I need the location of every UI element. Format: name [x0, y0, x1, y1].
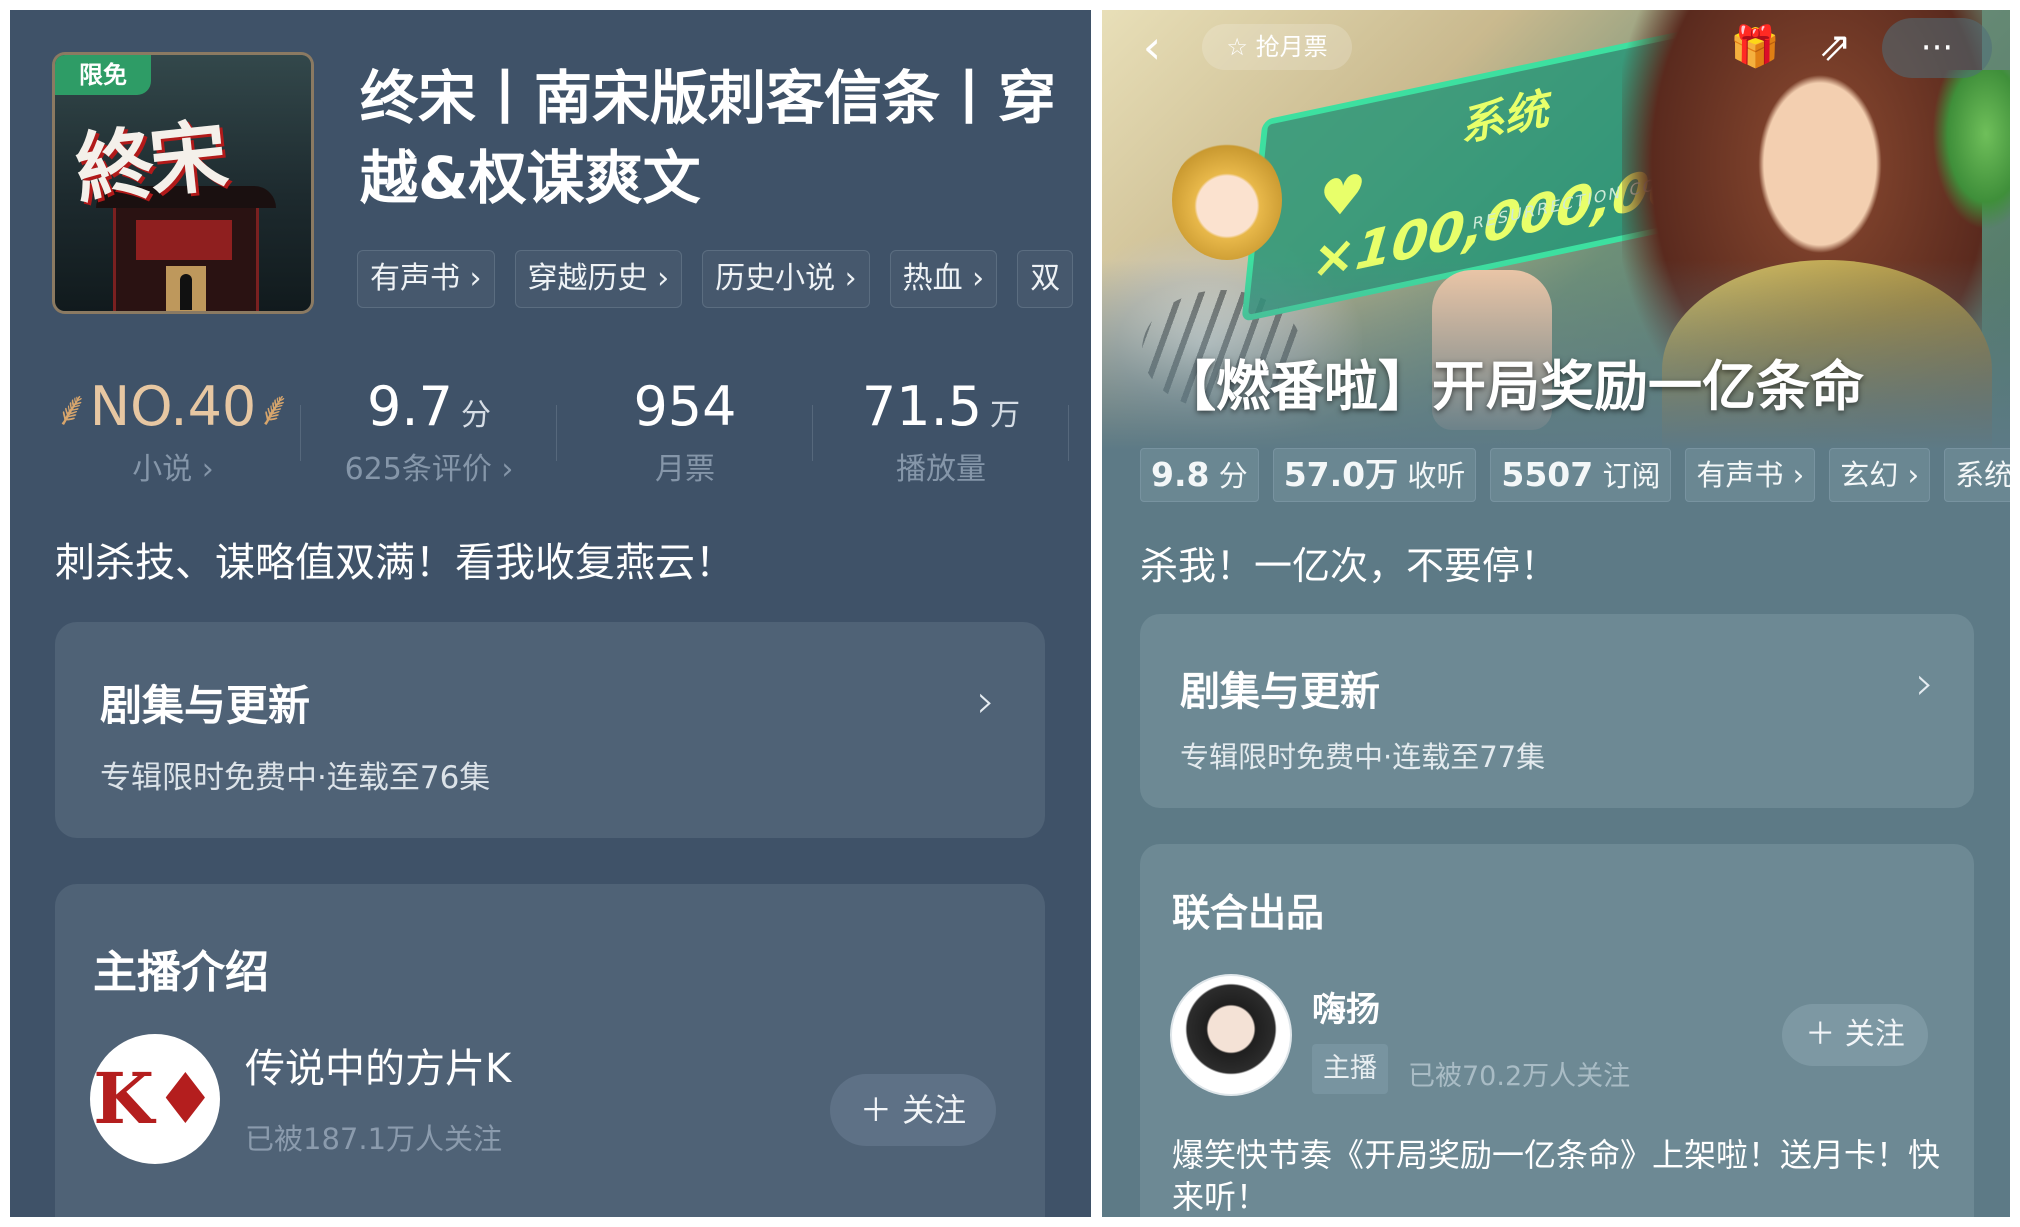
album-cover[interactable]: 終宋 限免 — [55, 55, 311, 311]
subscribe-count-tag: 5507 订阅 — [1490, 448, 1672, 502]
episodes-title: 剧集与更新 — [100, 681, 311, 730]
laurel-right-icon: ⸙ — [256, 381, 293, 437]
back-icon[interactable]: ‹ — [1132, 22, 1172, 72]
host-role-badge: 主播 — [1312, 1044, 1388, 1094]
score-tag[interactable]: 9.8 分 — [1140, 448, 1259, 502]
follow-button[interactable]: ＋ 关注 — [830, 1074, 996, 1146]
score-stat[interactable]: 9.7 分 625条评价 › — [301, 370, 557, 492]
rank-label: 小说 › — [132, 452, 214, 487]
episodes-status: 专辑限时免费中·连载至77集 — [1180, 740, 1546, 774]
host-name[interactable]: 嗨扬 — [1312, 982, 1380, 1031]
top-bar: ‹ ☆ 抢月票 🎁 ⇗ ··· — [1102, 10, 2010, 86]
album-banner: 系统 ♥ ×100,000,000 RESURRECTION COIN ‹ ☆ … — [1102, 10, 2010, 460]
laurel-left-icon: ⸙ — [53, 381, 90, 437]
left-album-page: 終宋 限免 终宋丨南宋版刺客信条丨穿越&权谋爽文 有声书 › 穿越历史 › 历史… — [10, 10, 1091, 1217]
host-name[interactable]: 传说中的方片K — [245, 1036, 511, 1094]
cover-title-art: 終宋 — [71, 110, 229, 217]
info-tag-list: 9.8 分 57.0万 收听 5507 订阅 有声书 › 玄幻 › 系统 — [1140, 448, 2010, 504]
tag-passion[interactable]: 热血 › — [889, 250, 998, 308]
tag-audiobook[interactable]: 有声书 › — [1685, 448, 1816, 502]
album-slogan: 杀我！一亿次，不要停！ — [1140, 544, 1559, 588]
tag-fantasy[interactable]: 玄幻 › — [1829, 448, 1931, 502]
free-badge: 限免 — [55, 55, 151, 95]
monthly-ticket-button[interactable]: ☆ 抢月票 — [1202, 24, 1352, 70]
tag-list: 有声书 › 穿越历史 › 历史小说 › 热血 › 双 — [357, 250, 1091, 310]
joint-production-card: 联合出品 嗨扬 主播 已被70.2万人关注 ＋ 关注 爆笑快节奏《开局奖励一亿条… — [1140, 844, 1974, 1217]
review-count: 625条评价 › — [344, 452, 514, 487]
play-count-unit: 万 — [990, 398, 1021, 433]
chevron-right-icon: › — [976, 674, 995, 728]
episodes-card[interactable]: 剧集与更新 专辑限时免费中·连载至77集 › — [1140, 614, 1974, 808]
monthly-ticket-stat: 954 月票 — [557, 370, 813, 492]
follow-button[interactable]: ＋ 关注 — [1782, 1004, 1928, 1066]
share-icon[interactable]: ⇗ — [1807, 22, 1863, 72]
score-value: 9.7 — [367, 375, 453, 438]
tag-history-novel[interactable]: 历史小说 › — [702, 250, 870, 308]
chevron-right-icon: › — [1915, 656, 1934, 710]
listen-count-tag: 57.0万 收听 — [1272, 448, 1477, 502]
tag-time-travel-history[interactable]: 穿越历史 › — [514, 250, 683, 308]
rank-value: NO.40 — [89, 375, 257, 438]
stats-row: ⸙NO.40⸙ 小说 › 9.7 分 625条评价 › 954 月票 71.5 万 … — [45, 370, 1091, 492]
girl-illustration — [1172, 140, 1282, 260]
play-count-label: 播放量 — [896, 452, 986, 487]
plant-illustration — [1932, 70, 2010, 230]
episodes-status: 专辑限时免费中·连载至76集 — [100, 760, 491, 796]
host-avatar[interactable] — [1170, 974, 1292, 1096]
joint-section-title: 联合出品 — [1172, 891, 1325, 935]
more-icon[interactable]: ··· — [1882, 18, 1992, 78]
play-count-stat: 71.5 万 播放量 — [813, 370, 1069, 492]
host-followers: 已被70.2万人关注 — [1408, 1061, 1631, 1092]
score-unit: 分 — [460, 398, 491, 433]
tag-audiobook[interactable]: 有声书 › — [357, 250, 495, 308]
episodes-card[interactable]: 剧集与更新 专辑限时免费中·连载至76集 › — [55, 622, 1045, 838]
album-title: 终宋丨南宋版刺客信条丨穿越&权谋爽文 — [360, 64, 1057, 212]
monthly-ticket-label: 月票 — [655, 452, 715, 487]
album-slogan: 刺杀技、谋略值双满！看我收复燕云！ — [55, 540, 735, 586]
host-description: 爆笑快节奏《开局奖励一亿条命》上架啦！送月卡！快来听！ — [1172, 1136, 1941, 1216]
cover-artwork — [96, 186, 276, 311]
gift-icon[interactable]: 🎁 — [1727, 22, 1783, 72]
host-section-title: 主播介绍 — [93, 947, 269, 998]
play-count-value: 71.5 — [861, 375, 983, 438]
host-avatar[interactable]: K♦ — [90, 1034, 220, 1164]
monthly-ticket-value: 954 — [633, 375, 737, 438]
tag-system[interactable]: 系统 — [1944, 448, 2010, 502]
tag-truncated[interactable]: 双 — [1017, 250, 1074, 308]
rank-stat[interactable]: ⸙NO.40⸙ 小说 › — [45, 370, 301, 492]
right-album-page: 系统 ♥ ×100,000,000 RESURRECTION COIN ‹ ☆ … — [1102, 10, 2010, 1217]
host-intro-card: 主播介绍 K♦ 传说中的方片K 已被187.1万人关注 ＋ 关注 — [55, 884, 1045, 1217]
host-followers: 已被187.1万人关注 — [245, 1122, 503, 1156]
episodes-title: 剧集与更新 — [1180, 669, 1380, 715]
album-title: 【燃番啦】开局奖励一亿条命 — [1162, 355, 1864, 418]
